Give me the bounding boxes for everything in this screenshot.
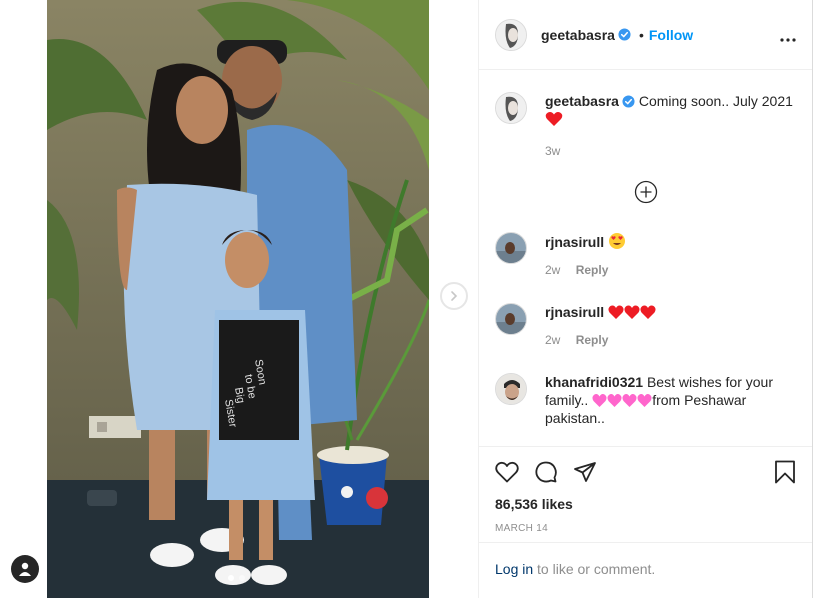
verified-badge-icon	[622, 95, 635, 108]
caption: geetabasra Coming soon.. July 2021 3w	[495, 92, 796, 160]
login-prompt-text: to like or comment.	[533, 561, 656, 577]
comment-item: rjnasirull 2w Reply	[495, 232, 796, 279]
comment-timestamp[interactable]: 2w	[545, 263, 560, 277]
author-avatar[interactable]	[495, 18, 527, 51]
author-avatar[interactable]	[495, 92, 527, 124]
login-link[interactable]: Log in	[495, 561, 533, 577]
caption-text: Coming soon.. July 2021	[638, 93, 793, 109]
post-photo[interactable]: Soon to be Big Sister	[47, 0, 429, 598]
comment-timestamp[interactable]: 2w	[545, 333, 560, 347]
family-photo-illustration: Soon to be Big Sister	[47, 0, 429, 598]
reply-button[interactable]: Reply	[576, 263, 609, 277]
post-actions: 86,536 likes MARCH 14	[479, 446, 812, 542]
share-button[interactable]	[573, 461, 597, 486]
caption-username[interactable]: geetabasra	[545, 93, 619, 109]
avatar-image	[496, 304, 526, 334]
post-date[interactable]: MARCH 14	[495, 523, 796, 534]
paper-plane-icon	[574, 461, 596, 482]
heart-outline-icon	[495, 461, 519, 482]
next-slide-button[interactable]	[440, 282, 468, 310]
avatar-image	[496, 233, 526, 263]
like-button[interactable]	[495, 461, 519, 486]
comment-item: khanafridi0321 Best wishes for your fami…	[495, 373, 796, 427]
separator-dot: •	[638, 26, 644, 43]
bookmark-icon	[775, 460, 795, 483]
comment-username[interactable]: rjnasirull	[545, 234, 604, 250]
reply-button[interactable]: Reply	[576, 333, 609, 347]
avatar-image	[496, 374, 526, 404]
comment-item: rjnasirull 2w Reply	[495, 303, 796, 349]
commenter-avatar[interactable]	[495, 232, 527, 264]
comment-bubble-icon	[535, 461, 557, 482]
user-icon	[19, 562, 31, 576]
more-options-button[interactable]	[780, 25, 796, 45]
commenter-avatar[interactable]	[495, 373, 527, 405]
likes-count[interactable]: 86,536 likes	[495, 496, 796, 512]
three-red-hearts-icon	[608, 305, 656, 319]
save-button[interactable]	[774, 460, 796, 487]
comment-username[interactable]: rjnasirull	[545, 304, 604, 320]
heart-eyes-emoji-icon	[609, 233, 626, 249]
load-more-comments[interactable]	[495, 180, 796, 204]
caption-timestamp[interactable]: 3w	[545, 144, 560, 158]
post-side-panel: geetabasra • Follow geetabasra Coming so…	[478, 0, 813, 598]
red-heart-icon	[545, 112, 563, 126]
login-prompt: Log in to like or comment.	[479, 542, 812, 598]
comment-button[interactable]	[534, 460, 558, 487]
follow-button[interactable]: Follow	[649, 27, 693, 43]
comment-username[interactable]: khanafridi0321	[545, 374, 643, 390]
post-header: geetabasra • Follow	[479, 0, 812, 70]
more-dots-icon	[780, 37, 796, 42]
avatar-image	[496, 93, 526, 123]
chevron-right-icon	[451, 291, 458, 301]
comments-list[interactable]: geetabasra Coming soon.. July 2021 3w rj…	[479, 70, 812, 445]
avatar-image	[496, 19, 526, 50]
author-username[interactable]: geetabasra	[541, 27, 615, 43]
plus-circle-icon	[634, 180, 657, 204]
verified-badge-icon	[618, 28, 631, 41]
account-avatar-button[interactable]	[11, 555, 39, 583]
commenter-avatar[interactable]	[495, 303, 527, 335]
four-pink-hearts-icon	[592, 394, 652, 407]
